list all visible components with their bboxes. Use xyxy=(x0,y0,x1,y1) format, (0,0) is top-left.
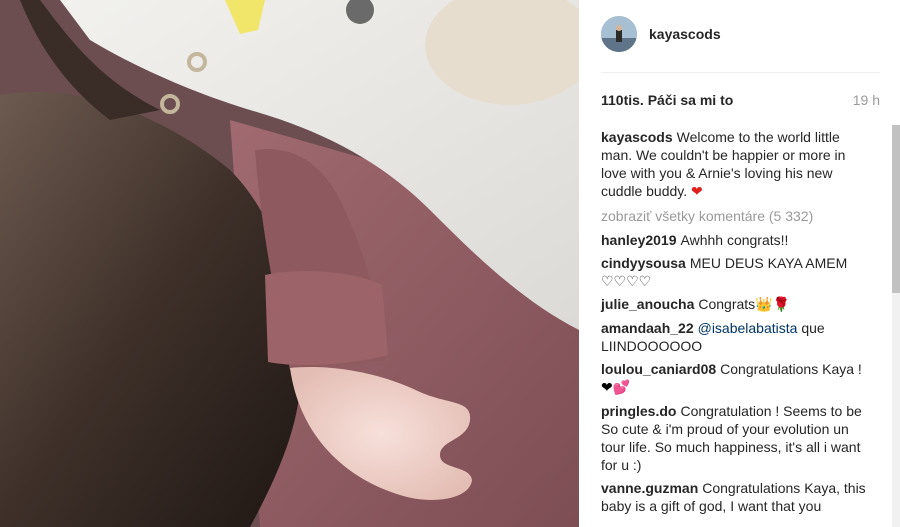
heart-emoji-icon: ❤ xyxy=(691,184,703,200)
comment-item: pringles.do Congratulation ! Seems to be … xyxy=(601,402,873,474)
hearts-emoji-icon: ❤💕 xyxy=(601,380,631,396)
avatar[interactable] xyxy=(601,16,637,52)
likes-count[interactable]: 110tis. Páči sa mi to xyxy=(601,92,733,108)
comment-text: Congrats xyxy=(698,296,756,312)
caption-username[interactable]: kayascods xyxy=(601,129,673,145)
post-header: kayascods xyxy=(601,16,880,73)
comment-mention[interactable]: @isabelabatista xyxy=(698,320,798,336)
comment-item: amandaah_22 @isabelabatista que LIINDOOOO… xyxy=(601,319,873,355)
comment-item: cindyysousa MEU DEUS KAYA AMEM ♡♡♡♡ xyxy=(601,254,873,290)
comment-item: vanne.guzman Congratulations Kaya, this b… xyxy=(601,479,873,515)
comment-username[interactable]: vanne.guzman xyxy=(601,480,698,496)
crown-rose-emoji-icon: 👑🌹 xyxy=(755,297,791,313)
post-author-username[interactable]: kayascods xyxy=(649,26,721,42)
comment-item: loulou_caniard08 Congratulations Kaya ! ❤… xyxy=(601,360,873,397)
post-photo[interactable] xyxy=(0,0,579,527)
avatar-image xyxy=(601,16,637,52)
comment-username[interactable]: pringles.do xyxy=(601,403,676,419)
comments-list: kayascods Welcome to the world little man… xyxy=(601,128,873,520)
comment-text: Awhhh congrats!! xyxy=(680,232,789,248)
comment-item: hanley2019 Awhhh congrats!! xyxy=(601,231,873,249)
post-sidebar: kayascods 110tis. Páči sa mi to 19 h kay… xyxy=(579,0,900,527)
likes-row: 110tis. Páči sa mi to 19 h xyxy=(601,92,880,110)
comments-scrollbar[interactable] xyxy=(892,125,900,527)
comment-username[interactable]: cindyysousa xyxy=(601,255,686,271)
comment-username[interactable]: loulou_caniard08 xyxy=(601,361,716,377)
post-time[interactable]: 19 h xyxy=(853,92,880,108)
baby-and-dog-photo xyxy=(0,0,579,527)
comment-username[interactable]: amandaah_22 xyxy=(601,320,694,336)
comment-text: Congratulations Kaya ! xyxy=(720,361,862,377)
comment-username[interactable]: hanley2019 xyxy=(601,232,677,248)
caption: kayascods Welcome to the world little man… xyxy=(601,128,873,201)
comment-username[interactable]: julie_anoucha xyxy=(601,296,694,312)
view-all-comments-link[interactable]: zobraziť všetky komentáre (5 332) xyxy=(601,207,873,225)
comment-item: julie_anoucha Congrats👑🌹 xyxy=(601,295,873,314)
scrollbar-thumb[interactable] xyxy=(892,125,900,293)
